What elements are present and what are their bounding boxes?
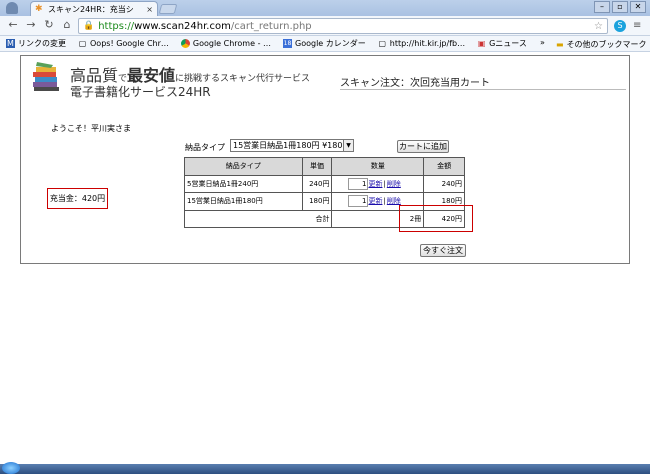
calendar-icon: 18	[283, 39, 292, 48]
order-now-button[interactable]: 今すぐ注文	[420, 244, 466, 257]
page-icon: ▢	[378, 39, 387, 48]
credit-balance-box: 充当金：420円	[47, 188, 108, 209]
news-icon: ▣	[477, 39, 486, 48]
home-icon[interactable]: ⌂	[60, 18, 74, 32]
add-to-cart-button[interactable]: カートに追加	[397, 140, 449, 153]
chrome-logo-icon	[180, 39, 190, 48]
minimize-icon[interactable]: –	[594, 1, 610, 13]
reload-icon[interactable]: ↻	[42, 18, 56, 32]
delivery-type-select[interactable]: 15営業日納品1冊180円 ¥180 ▼	[230, 139, 354, 152]
browser-tab-active[interactable]: ✱ スキャン24HR：充当シ ×	[30, 1, 158, 16]
bookmark-label: Google カレンダー	[295, 39, 366, 48]
user-profile-icon[interactable]	[6, 2, 18, 14]
url-host: www.scan24hr.com	[134, 20, 231, 32]
new-tab-button[interactable]	[158, 4, 178, 14]
quantity-input[interactable]: 1	[348, 195, 369, 208]
heading-divider	[340, 89, 626, 90]
browser-toolbar: ← → ↻ ⌂ 🔒 https://www.scan24hr.com/cart_…	[0, 16, 650, 36]
welcome-message: ようこそ！平川実さま	[51, 124, 131, 133]
item-name: 5営業日納品1冊240円	[184, 174, 303, 193]
bookmark-label: リンクの変更	[18, 39, 66, 48]
page-title: スキャン注文：次回充当用カート	[340, 78, 490, 89]
bookmark-favicon-icon: M	[6, 39, 15, 48]
item-price: 240円	[301, 174, 333, 193]
item-name: 15営業日納品1冊180円	[184, 192, 303, 211]
site-favicon-icon: ✱	[35, 3, 43, 14]
delete-link[interactable]: 削除	[387, 180, 401, 188]
url-scheme: https://	[98, 20, 135, 32]
secure-lock-icon: 🔒	[83, 21, 95, 31]
folder-icon: ▬	[556, 39, 564, 49]
bookmark-item[interactable]: Google Chrome - …	[175, 39, 277, 48]
bookmark-item[interactable]: ▢ http://hit.kir.jp/fb…	[372, 39, 471, 48]
close-window-icon[interactable]: ✕	[630, 1, 646, 13]
chrome-menu-icon[interactable]: ≡	[633, 20, 641, 31]
total-label: 合計	[302, 209, 333, 228]
item-amount: 240円	[423, 174, 465, 193]
bookmark-label: Google Chrome - …	[192, 39, 271, 48]
update-link[interactable]: 更新	[368, 180, 382, 188]
url-path: /cart_return.php	[230, 20, 312, 32]
total-highlight-box	[399, 205, 473, 232]
forward-arrow-icon[interactable]: →	[24, 18, 38, 32]
item-price: 180円	[301, 192, 333, 211]
table-header-row: 納品タイプ 単価 数量 金額	[184, 157, 465, 176]
delivery-type-selected: 15営業日納品1冊180円 ¥180	[233, 141, 343, 150]
bookmark-label: Gニュース	[489, 39, 527, 48]
window-controls: – ▫ ✕	[594, 1, 646, 13]
service-name: 電子書籍化サービス24HR	[70, 85, 211, 99]
chevron-down-icon: ▼	[343, 140, 353, 151]
delivery-type-label: 納品タイプ	[185, 143, 225, 152]
books-logo-icon	[33, 62, 59, 91]
back-arrow-icon[interactable]: ←	[6, 18, 20, 32]
total-spacer	[184, 209, 303, 228]
bookmark-item[interactable]: ▣ Gニュース	[471, 38, 533, 49]
table-row: 5営業日納品1冊240円 240円 1 更新|削除 240円	[184, 174, 465, 193]
update-link[interactable]: 更新	[368, 197, 382, 205]
page-icon: ▢	[78, 39, 87, 48]
bookmark-star-icon[interactable]: ☆	[594, 21, 603, 32]
other-bookmarks[interactable]: ▬ その他のブックマーク	[556, 36, 647, 52]
item-quantity-cell: 1 更新|削除	[331, 174, 425, 193]
column-header: 納品タイプ	[184, 157, 303, 176]
other-bookmarks-label: その他のブックマーク	[566, 39, 647, 49]
start-button-icon[interactable]	[2, 462, 20, 474]
bookmarks-bar: M リンクの変更 ▢ Oops! Google Chr… Google Chro…	[0, 36, 650, 52]
tab-close-icon[interactable]: ×	[146, 5, 153, 14]
maximize-icon[interactable]: ▫	[612, 1, 628, 13]
address-bar[interactable]: 🔒 https://www.scan24hr.com/cart_return.p…	[78, 18, 608, 34]
skype-extension-icon[interactable]: S	[614, 20, 626, 32]
bookmark-item[interactable]: M リンクの変更	[0, 38, 72, 49]
tab-title: スキャン24HR：充当シ	[48, 4, 134, 14]
column-header: 金額	[423, 157, 465, 176]
bookmark-item[interactable]: ▢ Oops! Google Chr…	[72, 39, 175, 48]
os-taskbar	[0, 464, 650, 474]
bookmark-item[interactable]: 18 Google カレンダー	[277, 38, 372, 49]
quantity-input[interactable]: 1	[348, 177, 369, 190]
bookmarks-overflow-chevron[interactable]: »	[540, 38, 545, 47]
column-header: 単価	[301, 157, 333, 176]
bookmark-label: http://hit.kir.jp/fb…	[389, 39, 466, 48]
bookmark-label: Oops! Google Chr…	[90, 39, 169, 48]
column-header: 数量	[331, 157, 425, 176]
credit-balance: 充当金：420円	[49, 194, 106, 203]
